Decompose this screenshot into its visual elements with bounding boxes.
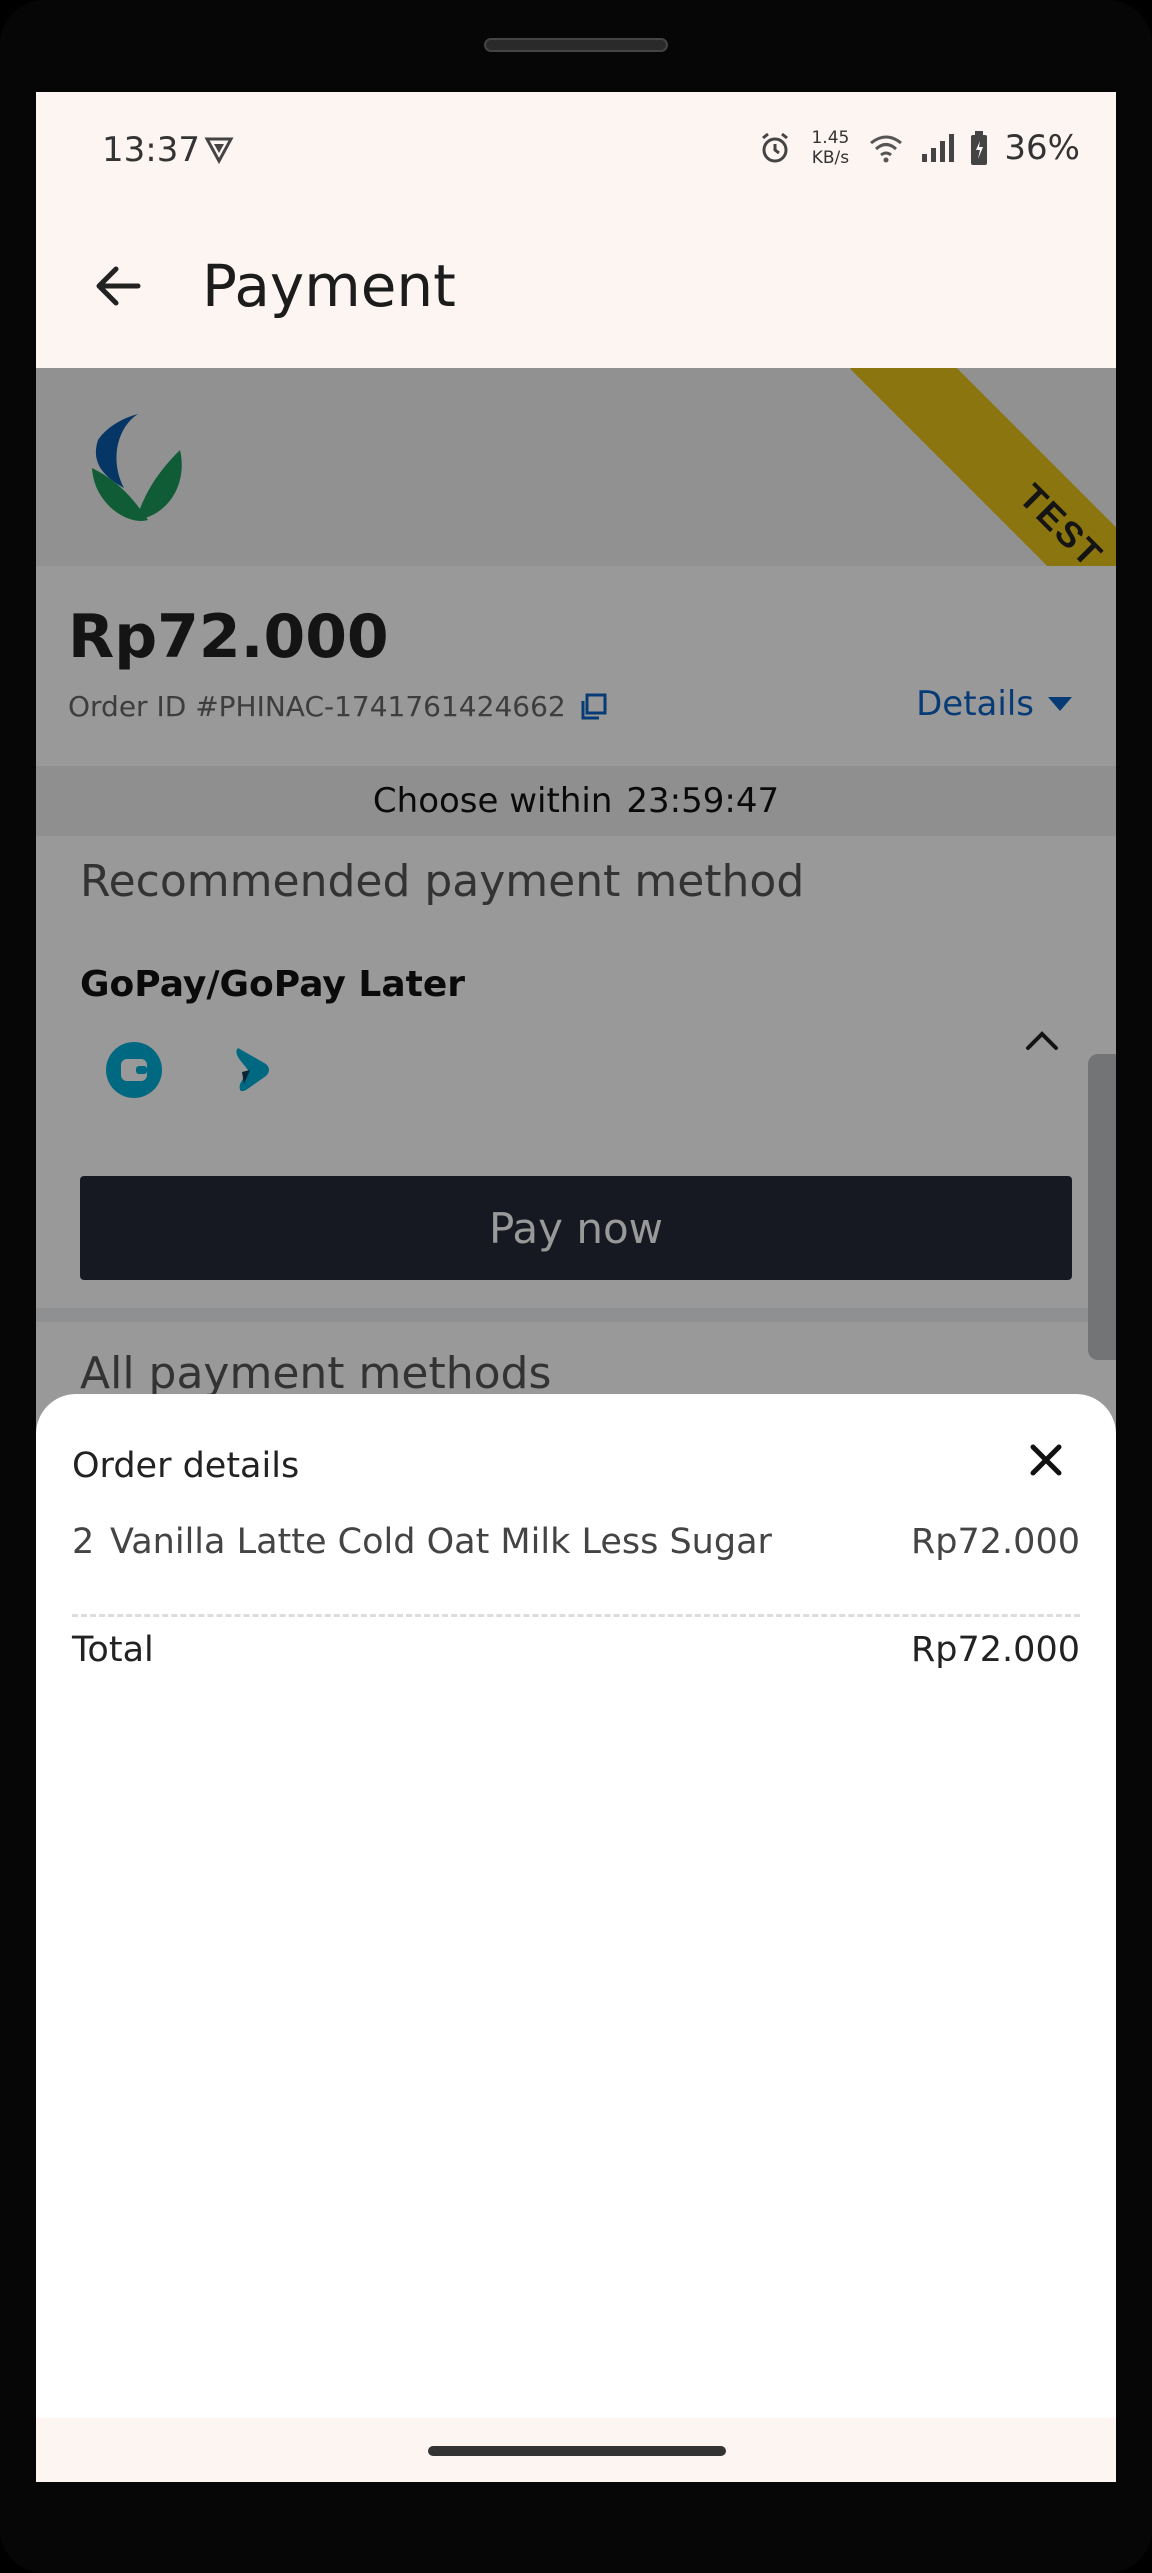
earpiece-speaker — [484, 38, 668, 52]
item-price: Rp72.000 — [910, 1522, 1080, 1562]
sheet-title: Order details — [72, 1446, 300, 1486]
battery-icon — [971, 131, 988, 165]
back-arrow-icon[interactable] — [88, 256, 148, 316]
system-nav-bar — [36, 2418, 1116, 2482]
battery-percentage: 36% — [1004, 128, 1080, 168]
order-item-row: 2 Vanilla Latte Cold Oat Milk Less Sugar… — [72, 1522, 1080, 1562]
cell-signal-icon — [922, 134, 955, 162]
page-title: Payment — [202, 252, 456, 320]
dashed-divider — [72, 1614, 1080, 1617]
screen: 13:37 1.45 KB/s 36% Payment TEST Rp72.00… — [36, 92, 1116, 2482]
total-value: Rp72.000 — [910, 1630, 1080, 1670]
item-quantity: 2 — [72, 1522, 95, 1562]
wifi-icon — [870, 135, 903, 163]
alarm-icon — [762, 132, 789, 163]
status-bar: 13:37 1.45 KB/s 36% — [36, 92, 1116, 212]
network-speed: 1.45 KB/s — [808, 128, 852, 168]
home-gesture-bar[interactable] — [428, 2446, 726, 2456]
close-icon[interactable] — [1028, 1442, 1064, 1478]
phone-frame: 13:37 1.45 KB/s 36% Payment TEST Rp72.00… — [0, 0, 1152, 2573]
item-name: Vanilla Latte Cold Oat Milk Less Sugar — [110, 1522, 772, 1562]
vpn-shield-icon — [204, 137, 234, 164]
total-label: Total — [72, 1630, 154, 1670]
network-speed-unit: KB/s — [811, 148, 850, 168]
order-details-sheet: Order details 2 Vanilla Latte Cold Oat M… — [36, 1394, 1116, 2418]
status-time: 13:37 — [102, 130, 200, 170]
status-icons: 1.45 KB/s 36% — [758, 128, 1080, 168]
app-bar: Payment — [36, 212, 1116, 368]
total-row: Total Rp72.000 — [72, 1630, 1080, 1670]
network-speed-value: 1.45 — [811, 128, 850, 148]
